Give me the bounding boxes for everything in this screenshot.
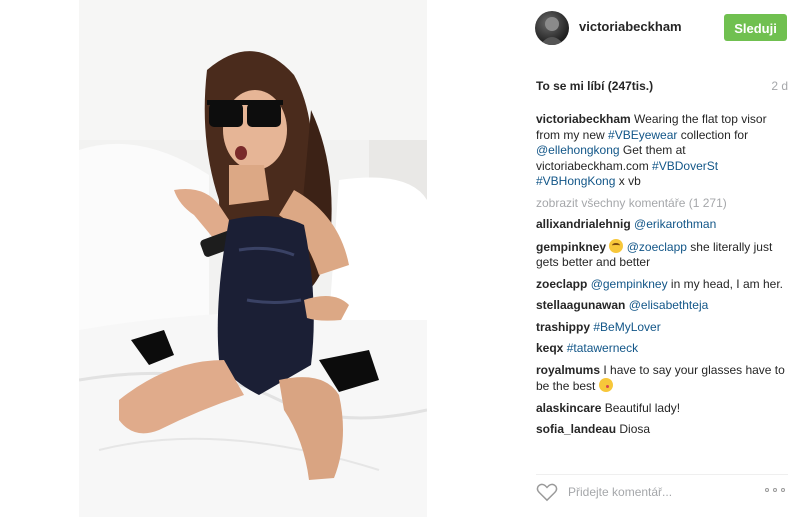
mention-link[interactable]: @elisabethteja bbox=[629, 298, 709, 312]
comment-username[interactable]: allixandrialehnig bbox=[536, 217, 631, 231]
post-header: victoriabeckham Sleduji bbox=[427, 0, 800, 56]
mention-link[interactable]: @erikarothman bbox=[634, 217, 716, 231]
mention-link[interactable]: @gempinkney bbox=[591, 277, 668, 291]
heart-icon[interactable] bbox=[536, 482, 558, 502]
mention-link[interactable]: @ellehongkong bbox=[536, 143, 620, 157]
hashtag-link[interactable]: #VBDoverSt bbox=[652, 159, 718, 173]
comment-username[interactable]: royalmums bbox=[536, 363, 600, 377]
comment-item: zoeclapp @gempinkney in my head, I am he… bbox=[536, 277, 788, 293]
post-details-panel: victoriabeckham Sleduji To se mi líbí (2… bbox=[427, 0, 800, 517]
post-photo[interactable] bbox=[79, 0, 427, 517]
comment-username[interactable]: gempinkney bbox=[536, 240, 606, 254]
likes-count[interactable]: To se mi líbí (247tis.) bbox=[536, 79, 653, 93]
follow-button[interactable]: Sleduji bbox=[724, 14, 787, 41]
caption-text: x vb bbox=[615, 174, 641, 188]
comment-item: gempinkney @zoeclapp she literally just … bbox=[536, 238, 788, 271]
hashtag-link[interactable]: #BeMyLover bbox=[593, 320, 660, 334]
kiss-emoji-icon bbox=[598, 378, 613, 392]
comments-list: victoriabeckham Wearing the flat top vis… bbox=[536, 112, 788, 444]
comment-item: sofia_landeau Diosa bbox=[536, 422, 788, 438]
hashtag-link[interactable]: #VBHongKong bbox=[536, 174, 615, 188]
comment-item: trashippy #BeMyLover bbox=[536, 320, 788, 336]
comment-item: keqx #tatawerneck bbox=[536, 341, 788, 357]
post-caption: victoriabeckham Wearing the flat top vis… bbox=[536, 112, 788, 190]
mention-link[interactable]: @zoeclapp bbox=[627, 240, 687, 254]
more-options-icon[interactable] bbox=[765, 487, 787, 493]
post-date[interactable]: 2 d bbox=[771, 79, 788, 93]
comment-item: allixandrialehnig @erikarothman bbox=[536, 217, 788, 233]
comment-text: Diosa bbox=[619, 422, 651, 436]
comment-username[interactable]: stellaagunawan bbox=[536, 298, 625, 312]
comment-username[interactable]: zoeclapp bbox=[536, 277, 587, 291]
hashtag-link[interactable]: #tatawerneck bbox=[567, 341, 638, 355]
comment-footer bbox=[536, 474, 788, 505]
post-stats: To se mi líbí (247tis.) 2 d bbox=[536, 79, 788, 93]
comment-item: royalmums I have to say your glasses hav… bbox=[536, 363, 788, 395]
grinning-emoji-icon bbox=[609, 238, 624, 253]
view-all-comments-link[interactable]: zobrazit všechny komentáře (1 271) bbox=[536, 196, 788, 212]
caption-username[interactable]: victoriabeckham bbox=[536, 112, 631, 126]
comment-username[interactable]: alaskincare bbox=[536, 401, 601, 415]
comment-username[interactable]: keqx bbox=[536, 341, 563, 355]
comment-item: alaskincare Beautiful lady! bbox=[536, 401, 788, 417]
add-comment-input[interactable] bbox=[566, 481, 750, 503]
comment-username[interactable]: trashippy bbox=[536, 320, 590, 334]
comment-item: stellaagunawan @elisabethteja bbox=[536, 298, 788, 314]
comment-text: in my head, I am her. bbox=[667, 276, 783, 291]
avatar[interactable] bbox=[535, 11, 569, 45]
post-photo-illustration bbox=[79, 0, 427, 517]
hashtag-link[interactable]: #VBEyewear bbox=[608, 128, 677, 142]
post-author-username[interactable]: victoriabeckham bbox=[579, 19, 682, 34]
comment-username[interactable]: sofia_landeau bbox=[536, 422, 616, 436]
caption-text: collection for bbox=[677, 127, 749, 142]
comment-text: Beautiful lady! bbox=[604, 400, 681, 415]
avatar-image bbox=[540, 17, 564, 45]
